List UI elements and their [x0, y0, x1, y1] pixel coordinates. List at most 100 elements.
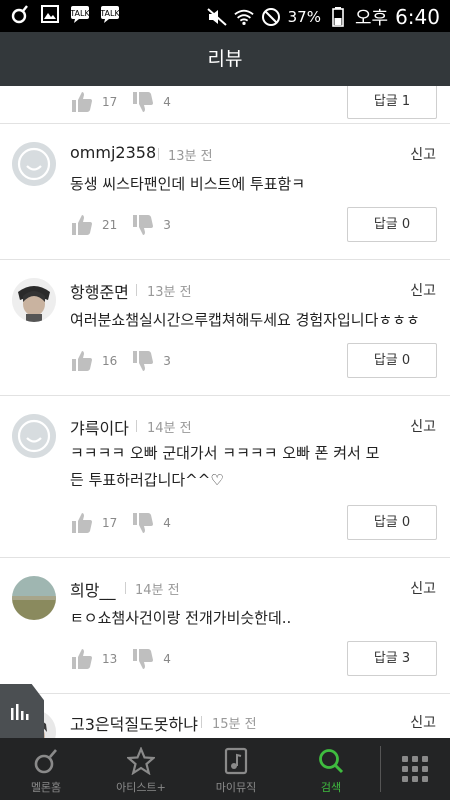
separator: [201, 716, 202, 728]
username[interactable]: 항행준면: [70, 279, 129, 303]
comment-list[interactable]: 17 4 답글 1 ommj2358 13분 전 신고 동생 씨스타팬인데 비스…: [0, 86, 450, 738]
mute-icon: [206, 7, 227, 27]
default-avatar-icon: [12, 414, 56, 458]
like-dislike-row: 13 4: [70, 647, 171, 671]
separator: [136, 284, 137, 296]
blocked-icon: [261, 7, 281, 27]
avatar[interactable]: [12, 142, 56, 186]
reply-count: 1: [401, 94, 411, 109]
separator: [125, 582, 126, 594]
thumbs-up-icon[interactable]: [70, 213, 94, 237]
reply-button[interactable]: 답글 0: [347, 343, 437, 378]
nav-my-music[interactable]: 마이뮤직: [190, 738, 282, 800]
timestamp: 15분 전: [212, 717, 257, 732]
wifi-icon: [233, 7, 254, 27]
username[interactable]: 고3은덕질도못하냐: [70, 711, 198, 735]
app-bar: 리뷰: [0, 32, 450, 86]
report-button[interactable]: 신고: [410, 578, 436, 598]
report-button[interactable]: 신고: [410, 144, 436, 164]
report-button[interactable]: 신고: [410, 712, 436, 732]
separator: [158, 148, 159, 160]
image-icon: [40, 4, 60, 24]
melon-icon: [10, 4, 30, 24]
reply-label: 답글: [373, 94, 398, 109]
comment-text: ㅋㅋㅋㅋ 오빠 군대가서 ㅋㅋㅋㅋ 오빠 폰 켜서 모든 투표하러갑니다^^♡: [70, 444, 380, 489]
nav-label: 검색: [320, 781, 342, 794]
nav-label: 아티스트+: [116, 781, 166, 794]
reply-count: 0: [401, 217, 411, 232]
report-button[interactable]: 신고: [410, 416, 436, 436]
like-count: 16: [102, 354, 118, 368]
equalizer-icon: [11, 704, 29, 720]
dislike-count: 3: [163, 218, 171, 232]
melon-home-icon: [34, 749, 57, 774]
nav-search[interactable]: 검색: [285, 738, 377, 800]
list-item: 갸륵이다 14분 전 신고 ㅋㅋㅋㅋ 오빠 군대가서 ㅋㅋㅋㅋ 오빠 폰 켜서 …: [0, 396, 450, 558]
username[interactable]: 갸륵이다: [70, 415, 129, 439]
timestamp: 14분 전: [147, 421, 192, 436]
svg-text:TALK: TALK: [100, 9, 120, 18]
thumbs-up-icon[interactable]: [70, 647, 94, 671]
list-item: 17 4 답글 1: [0, 86, 450, 124]
search-icon: [319, 749, 344, 774]
reply-count: 0: [401, 353, 411, 368]
reply-button[interactable]: 답글 0: [347, 207, 437, 242]
talk-icon: TALK: [100, 4, 120, 24]
dislike-count: 4: [163, 652, 171, 666]
like-dislike-row: 17 4: [70, 511, 171, 535]
thumbs-down-icon[interactable]: [131, 349, 155, 373]
reply-label: 답글: [373, 651, 398, 666]
like-count: 17: [102, 95, 118, 109]
like-count: 13: [102, 652, 118, 666]
like-count: 21: [102, 218, 118, 232]
report-button[interactable]: 신고: [410, 280, 436, 300]
username[interactable]: ommj2358: [70, 143, 156, 162]
reply-label: 답글: [373, 353, 398, 368]
talk-icon: TALK: [70, 4, 90, 24]
photo-avatar-icon: [12, 278, 56, 322]
reply-button[interactable]: 답글 1: [347, 86, 437, 119]
list-item: 고3은덕질도못하냐 15분 전 신고: [0, 694, 450, 738]
thumbs-down-icon[interactable]: [131, 511, 155, 535]
like-count: 17: [102, 516, 118, 530]
svg-text:TALK: TALK: [70, 9, 90, 18]
avatar[interactable]: [12, 576, 56, 620]
timestamp: 13분 전: [168, 149, 213, 164]
grid-icon: [402, 756, 428, 782]
like-dislike-row: 17 4: [70, 90, 171, 114]
reply-count: 3: [401, 651, 411, 666]
like-dislike-row: 21 3: [70, 213, 171, 237]
list-item: ommj2358 13분 전 신고 동생 씨스타팬인데 비스트에 투표함ㅋ 21…: [0, 124, 450, 260]
username[interactable]: 희망__: [70, 577, 115, 601]
avatar[interactable]: [12, 414, 56, 458]
thumbs-up-icon[interactable]: [70, 90, 94, 114]
bottom-nav: 멜론홈 아티스트+ 마이뮤직 검색: [0, 738, 450, 800]
thumbs-up-icon[interactable]: [70, 349, 94, 373]
reply-button[interactable]: 답글 3: [347, 641, 437, 676]
thumbs-down-icon[interactable]: [131, 647, 155, 671]
nav-artist-plus[interactable]: 아티스트+: [95, 738, 187, 800]
page-title: 리뷰: [207, 48, 243, 70]
nav-label: 마이뮤직: [215, 781, 257, 794]
thumbs-down-icon[interactable]: [131, 90, 155, 114]
default-avatar-icon: [12, 142, 56, 186]
reply-count: 0: [401, 515, 411, 530]
thumbs-down-icon[interactable]: [131, 213, 155, 237]
player-side-tab[interactable]: [0, 684, 44, 738]
reply-button[interactable]: 답글 0: [347, 505, 437, 540]
like-dislike-row: 16 3: [70, 349, 171, 373]
dislike-count: 3: [163, 354, 171, 368]
list-item: 항행준면 13분 전 신고 여러분쇼챔실시간으루캡쳐해두세요 경험자입니다ㅎㅎㅎ…: [0, 260, 450, 396]
comment-text: 동생 씨스타팬인데 비스트에 투표함ㅋ: [70, 175, 306, 193]
comment-text: 여러분쇼챔실시간으루캡쳐해두세요 경험자입니다ㅎㅎㅎ: [70, 311, 420, 329]
avatar[interactable]: [12, 278, 56, 322]
battery-icon: [328, 7, 348, 27]
separator: [136, 420, 137, 432]
menu-grid-button[interactable]: [380, 738, 450, 800]
music-note-icon: [224, 747, 248, 775]
dislike-count: 4: [163, 95, 171, 109]
nav-melon-home[interactable]: 멜론홈: [0, 738, 92, 800]
thumbs-up-icon[interactable]: [70, 511, 94, 535]
dislike-count: 4: [163, 516, 171, 530]
clock-ampm: 오후: [354, 8, 389, 29]
